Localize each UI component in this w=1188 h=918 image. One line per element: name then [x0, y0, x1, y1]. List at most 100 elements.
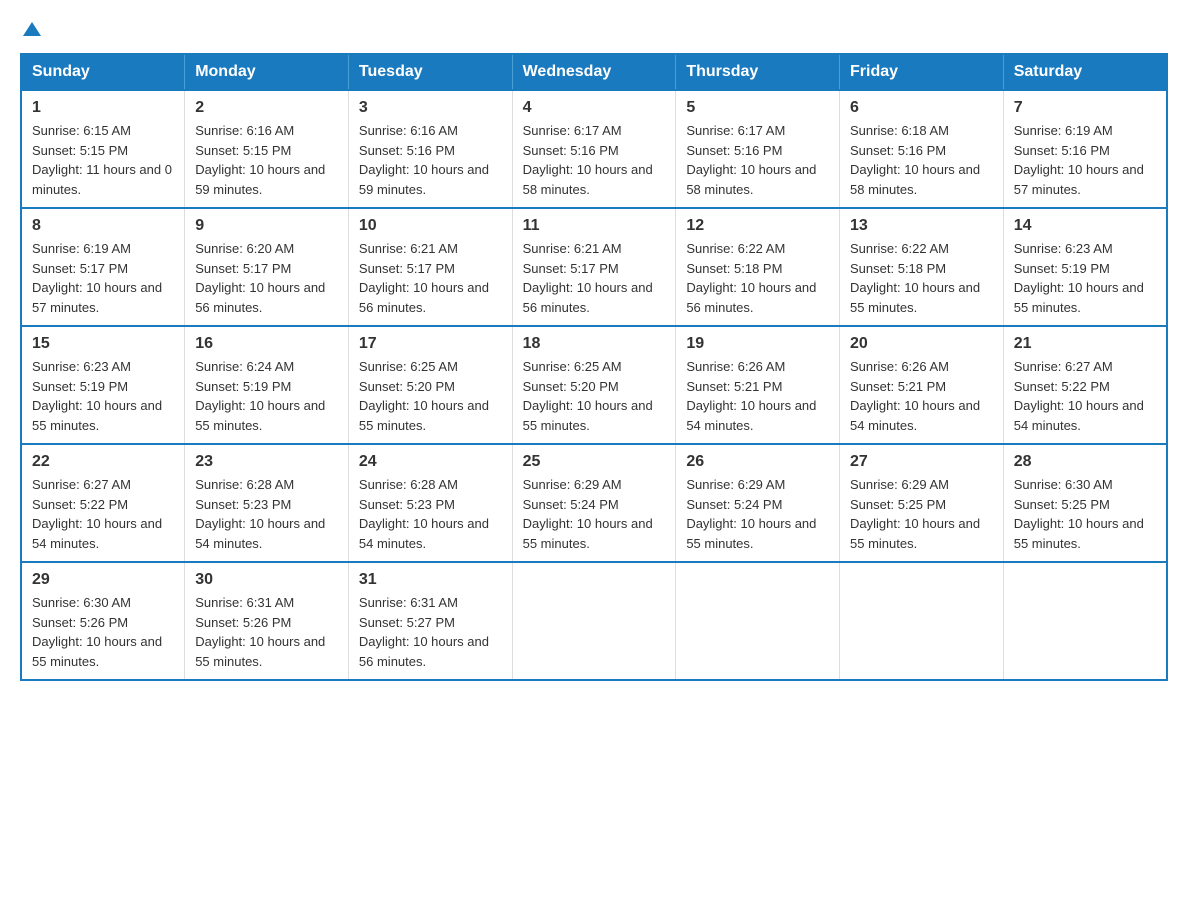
header-saturday: Saturday: [1003, 54, 1167, 90]
day-info: Sunrise: 6:18 AMSunset: 5:16 PMDaylight:…: [850, 123, 980, 197]
day-info: Sunrise: 6:29 AMSunset: 5:24 PMDaylight:…: [686, 477, 816, 551]
calendar-cell: 3 Sunrise: 6:16 AMSunset: 5:16 PMDayligh…: [348, 90, 512, 208]
day-number: 17: [359, 335, 502, 353]
day-info: Sunrise: 6:25 AMSunset: 5:20 PMDaylight:…: [523, 359, 653, 433]
day-info: Sunrise: 6:22 AMSunset: 5:18 PMDaylight:…: [686, 241, 816, 315]
calendar-header-row: SundayMondayTuesdayWednesdayThursdayFrid…: [21, 54, 1167, 90]
day-info: Sunrise: 6:29 AMSunset: 5:24 PMDaylight:…: [523, 477, 653, 551]
logo: [20, 20, 41, 43]
day-number: 1: [32, 99, 174, 117]
header-monday: Monday: [185, 54, 349, 90]
calendar-cell: 5 Sunrise: 6:17 AMSunset: 5:16 PMDayligh…: [676, 90, 840, 208]
calendar-cell: 13 Sunrise: 6:22 AMSunset: 5:18 PMDaylig…: [840, 208, 1004, 326]
calendar-cell: 26 Sunrise: 6:29 AMSunset: 5:24 PMDaylig…: [676, 444, 840, 562]
calendar-cell: 29 Sunrise: 6:30 AMSunset: 5:26 PMDaylig…: [21, 562, 185, 680]
calendar-week-row: 1 Sunrise: 6:15 AMSunset: 5:15 PMDayligh…: [21, 90, 1167, 208]
day-number: 12: [686, 217, 829, 235]
calendar-cell: 2 Sunrise: 6:16 AMSunset: 5:15 PMDayligh…: [185, 90, 349, 208]
day-info: Sunrise: 6:28 AMSunset: 5:23 PMDaylight:…: [359, 477, 489, 551]
day-info: Sunrise: 6:21 AMSunset: 5:17 PMDaylight:…: [359, 241, 489, 315]
day-info: Sunrise: 6:16 AMSunset: 5:15 PMDaylight:…: [195, 123, 325, 197]
day-number: 26: [686, 453, 829, 471]
calendar-cell: 21 Sunrise: 6:27 AMSunset: 5:22 PMDaylig…: [1003, 326, 1167, 444]
day-number: 5: [686, 99, 829, 117]
day-number: 13: [850, 217, 993, 235]
calendar-cell: 1 Sunrise: 6:15 AMSunset: 5:15 PMDayligh…: [21, 90, 185, 208]
calendar-cell: 7 Sunrise: 6:19 AMSunset: 5:16 PMDayligh…: [1003, 90, 1167, 208]
day-info: Sunrise: 6:31 AMSunset: 5:26 PMDaylight:…: [195, 595, 325, 669]
day-number: 6: [850, 99, 993, 117]
day-number: 23: [195, 453, 338, 471]
header-wednesday: Wednesday: [512, 54, 676, 90]
day-number: 4: [523, 99, 666, 117]
calendar-cell: 15 Sunrise: 6:23 AMSunset: 5:19 PMDaylig…: [21, 326, 185, 444]
day-info: Sunrise: 6:24 AMSunset: 5:19 PMDaylight:…: [195, 359, 325, 433]
day-number: 28: [1014, 453, 1156, 471]
header-thursday: Thursday: [676, 54, 840, 90]
day-number: 25: [523, 453, 666, 471]
calendar-cell: 20 Sunrise: 6:26 AMSunset: 5:21 PMDaylig…: [840, 326, 1004, 444]
day-number: 11: [523, 217, 666, 235]
day-number: 14: [1014, 217, 1156, 235]
day-number: 2: [195, 99, 338, 117]
calendar-cell: 16 Sunrise: 6:24 AMSunset: 5:19 PMDaylig…: [185, 326, 349, 444]
day-number: 29: [32, 571, 174, 589]
day-number: 8: [32, 217, 174, 235]
day-info: Sunrise: 6:16 AMSunset: 5:16 PMDaylight:…: [359, 123, 489, 197]
day-info: Sunrise: 6:19 AMSunset: 5:17 PMDaylight:…: [32, 241, 162, 315]
calendar-cell: 19 Sunrise: 6:26 AMSunset: 5:21 PMDaylig…: [676, 326, 840, 444]
calendar-cell: 24 Sunrise: 6:28 AMSunset: 5:23 PMDaylig…: [348, 444, 512, 562]
day-info: Sunrise: 6:15 AMSunset: 5:15 PMDaylight:…: [32, 123, 172, 197]
day-info: Sunrise: 6:26 AMSunset: 5:21 PMDaylight:…: [850, 359, 980, 433]
day-info: Sunrise: 6:25 AMSunset: 5:20 PMDaylight:…: [359, 359, 489, 433]
calendar-cell: [1003, 562, 1167, 680]
header-sunday: Sunday: [21, 54, 185, 90]
calendar-cell: 10 Sunrise: 6:21 AMSunset: 5:17 PMDaylig…: [348, 208, 512, 326]
calendar-week-row: 22 Sunrise: 6:27 AMSunset: 5:22 PMDaylig…: [21, 444, 1167, 562]
day-info: Sunrise: 6:19 AMSunset: 5:16 PMDaylight:…: [1014, 123, 1144, 197]
calendar-cell: 11 Sunrise: 6:21 AMSunset: 5:17 PMDaylig…: [512, 208, 676, 326]
logo-triangle-icon: [23, 20, 41, 38]
calendar-cell: 31 Sunrise: 6:31 AMSunset: 5:27 PMDaylig…: [348, 562, 512, 680]
day-info: Sunrise: 6:23 AMSunset: 5:19 PMDaylight:…: [32, 359, 162, 433]
calendar-cell: [512, 562, 676, 680]
calendar-cell: 28 Sunrise: 6:30 AMSunset: 5:25 PMDaylig…: [1003, 444, 1167, 562]
day-number: 7: [1014, 99, 1156, 117]
day-info: Sunrise: 6:30 AMSunset: 5:26 PMDaylight:…: [32, 595, 162, 669]
day-info: Sunrise: 6:22 AMSunset: 5:18 PMDaylight:…: [850, 241, 980, 315]
header-friday: Friday: [840, 54, 1004, 90]
calendar-table: SundayMondayTuesdayWednesdayThursdayFrid…: [20, 53, 1168, 681]
day-number: 20: [850, 335, 993, 353]
calendar-cell: [676, 562, 840, 680]
calendar-cell: 25 Sunrise: 6:29 AMSunset: 5:24 PMDaylig…: [512, 444, 676, 562]
calendar-cell: 23 Sunrise: 6:28 AMSunset: 5:23 PMDaylig…: [185, 444, 349, 562]
calendar-cell: 6 Sunrise: 6:18 AMSunset: 5:16 PMDayligh…: [840, 90, 1004, 208]
calendar-cell: 18 Sunrise: 6:25 AMSunset: 5:20 PMDaylig…: [512, 326, 676, 444]
page-header: [20, 20, 1168, 43]
day-info: Sunrise: 6:27 AMSunset: 5:22 PMDaylight:…: [32, 477, 162, 551]
day-number: 24: [359, 453, 502, 471]
calendar-week-row: 8 Sunrise: 6:19 AMSunset: 5:17 PMDayligh…: [21, 208, 1167, 326]
calendar-cell: 14 Sunrise: 6:23 AMSunset: 5:19 PMDaylig…: [1003, 208, 1167, 326]
calendar-cell: 4 Sunrise: 6:17 AMSunset: 5:16 PMDayligh…: [512, 90, 676, 208]
day-number: 19: [686, 335, 829, 353]
day-number: 30: [195, 571, 338, 589]
day-number: 27: [850, 453, 993, 471]
day-info: Sunrise: 6:17 AMSunset: 5:16 PMDaylight:…: [523, 123, 653, 197]
day-number: 9: [195, 217, 338, 235]
calendar-cell: 9 Sunrise: 6:20 AMSunset: 5:17 PMDayligh…: [185, 208, 349, 326]
header-tuesday: Tuesday: [348, 54, 512, 90]
day-info: Sunrise: 6:31 AMSunset: 5:27 PMDaylight:…: [359, 595, 489, 669]
day-number: 18: [523, 335, 666, 353]
day-number: 21: [1014, 335, 1156, 353]
calendar-cell: 17 Sunrise: 6:25 AMSunset: 5:20 PMDaylig…: [348, 326, 512, 444]
day-number: 31: [359, 571, 502, 589]
day-info: Sunrise: 6:21 AMSunset: 5:17 PMDaylight:…: [523, 241, 653, 315]
calendar-week-row: 29 Sunrise: 6:30 AMSunset: 5:26 PMDaylig…: [21, 562, 1167, 680]
day-info: Sunrise: 6:28 AMSunset: 5:23 PMDaylight:…: [195, 477, 325, 551]
day-number: 3: [359, 99, 502, 117]
day-info: Sunrise: 6:23 AMSunset: 5:19 PMDaylight:…: [1014, 241, 1144, 315]
day-number: 10: [359, 217, 502, 235]
day-number: 15: [32, 335, 174, 353]
calendar-cell: 27 Sunrise: 6:29 AMSunset: 5:25 PMDaylig…: [840, 444, 1004, 562]
